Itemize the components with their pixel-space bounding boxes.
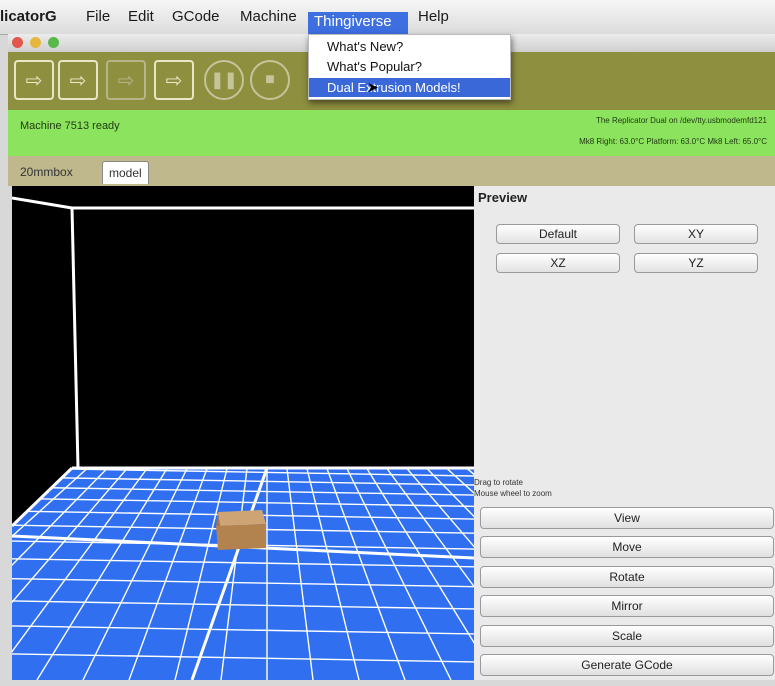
- menu-thingiverse[interactable]: Thingiverse: [308, 12, 408, 34]
- tab-20mmbox[interactable]: 20mmbox: [14, 161, 79, 183]
- build-volume-scene: [12, 196, 474, 680]
- generate-gcode-button[interactable]: Generate GCode: [480, 654, 774, 676]
- tab-bar: 20mmbox model: [8, 156, 775, 186]
- move-button[interactable]: Move: [480, 536, 774, 558]
- machine-status: Machine 7513 ready: [20, 120, 120, 132]
- model-box[interactable]: [216, 510, 266, 550]
- view-default-button[interactable]: Default: [496, 224, 620, 244]
- mouse-cursor-icon: ➤: [367, 79, 379, 95]
- menu-gcode[interactable]: GCode: [172, 8, 220, 25]
- stop-icon[interactable]: ■: [250, 60, 290, 100]
- connection-info: The Replicator Dual on /dev/tty.usbmodem…: [595, 116, 767, 125]
- menu-bar: licatorG File Edit GCode Machine Thingiv…: [0, 0, 775, 35]
- thingiverse-dropdown-menu: What's New? What's Popular? Dual Extrusi…: [308, 34, 511, 100]
- view-yz-button[interactable]: YZ: [634, 253, 758, 273]
- view-xy-button[interactable]: XY: [634, 224, 758, 244]
- pause-icon[interactable]: ❚❚: [204, 60, 244, 100]
- mirror-button[interactable]: Mirror: [480, 595, 774, 617]
- menu-edit[interactable]: Edit: [128, 8, 154, 25]
- menu-item-dual-extrusion-models[interactable]: Dual Extrusion Models!: [309, 78, 510, 97]
- menu-item-whats-new[interactable]: What's New?: [309, 37, 510, 56]
- menu-app-name[interactable]: licatorG: [0, 8, 57, 25]
- view-xz-button[interactable]: XZ: [496, 253, 620, 273]
- export-icon[interactable]: ⇨: [154, 60, 194, 100]
- status-bar: Machine 7513 ready The Replicator Dual o…: [8, 110, 775, 156]
- view-button[interactable]: View: [480, 507, 774, 529]
- rotate-button[interactable]: Rotate: [480, 566, 774, 588]
- build-to-file-icon[interactable]: ⇨: [58, 60, 98, 100]
- scale-button[interactable]: Scale: [480, 625, 774, 647]
- preview-viewport[interactable]: [12, 186, 474, 680]
- menu-help[interactable]: Help: [418, 8, 449, 25]
- menu-item-whats-popular[interactable]: What's Popular?: [309, 57, 510, 76]
- upload-icon[interactable]: ⇨: [106, 60, 146, 100]
- hint-zoom: Mouse wheel to zoom: [474, 489, 552, 498]
- hint-rotate: Drag to rotate: [474, 478, 523, 487]
- build-icon[interactable]: ⇨: [14, 60, 54, 100]
- close-window-icon[interactable]: [12, 37, 23, 48]
- temperature-info: Mk8 Right: 63.0°C Platform: 63.0°C Mk8 L…: [579, 137, 767, 146]
- menu-machine[interactable]: Machine: [240, 8, 297, 25]
- preview-title: Preview: [478, 190, 528, 205]
- tab-model[interactable]: model: [102, 161, 149, 184]
- zoom-window-icon[interactable]: [48, 37, 59, 48]
- minimize-window-icon[interactable]: [30, 37, 41, 48]
- preview-panel: Preview Default XY XZ YZ Drag to rotate …: [474, 186, 775, 680]
- menu-file[interactable]: File: [86, 8, 110, 25]
